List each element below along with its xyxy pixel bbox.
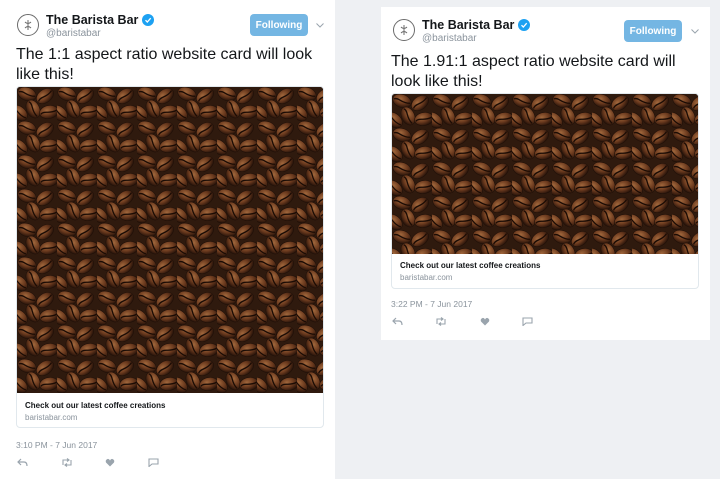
verified-badge-icon <box>142 14 155 26</box>
chevron-down-icon[interactable] <box>690 26 700 36</box>
reply-icon[interactable] <box>16 457 28 467</box>
display-name[interactable]: The Barista Bar <box>46 13 138 27</box>
tweet-text: The 1.91:1 aspect ratio website card wil… <box>391 53 676 90</box>
avatar-logo-icon <box>400 25 408 35</box>
timestamp[interactable]: 3:22 PM - 7 Jun 2017 <box>391 299 472 309</box>
website-card[interactable]: Check out our latest coffee creations ba… <box>391 93 699 289</box>
dm-icon[interactable] <box>521 316 533 326</box>
like-icon[interactable] <box>479 316 491 326</box>
card-domain: baristabar.com <box>400 273 453 282</box>
coffee-beans-image <box>392 94 698 254</box>
display-name[interactable]: The Barista Bar <box>422 18 514 32</box>
retweet-icon[interactable] <box>435 316 447 326</box>
retweet-icon[interactable] <box>61 457 73 467</box>
card-title: Check out our latest coffee creations <box>25 401 166 410</box>
like-icon[interactable] <box>104 457 116 467</box>
coffee-beans-image <box>17 87 323 393</box>
website-card[interactable]: Check out our latest coffee creations ba… <box>16 86 324 428</box>
avatar-logo-icon <box>24 20 32 30</box>
tweet-text: The 1:1 aspect ratio website card will l… <box>16 46 313 83</box>
avatar[interactable] <box>17 14 39 36</box>
avatar[interactable] <box>393 19 415 41</box>
dm-icon[interactable] <box>147 457 159 467</box>
following-button[interactable]: Following <box>624 20 682 42</box>
user-handle[interactable]: @baristabar <box>46 28 101 39</box>
card-domain: baristabar.com <box>25 413 78 422</box>
tweet-card-square: The Barista Bar @baristabar Following Th… <box>0 0 335 479</box>
following-button[interactable]: Following <box>250 14 308 36</box>
chevron-down-icon[interactable] <box>315 20 325 30</box>
verified-badge-icon <box>518 19 531 31</box>
timestamp[interactable]: 3:10 PM - 7 Jun 2017 <box>16 440 97 450</box>
reply-icon[interactable] <box>391 316 403 326</box>
card-title: Check out our latest coffee creations <box>400 261 541 270</box>
user-handle[interactable]: @baristabar <box>422 33 477 44</box>
tweet-card-wide: The Barista Bar @baristabar Following Th… <box>381 7 710 340</box>
